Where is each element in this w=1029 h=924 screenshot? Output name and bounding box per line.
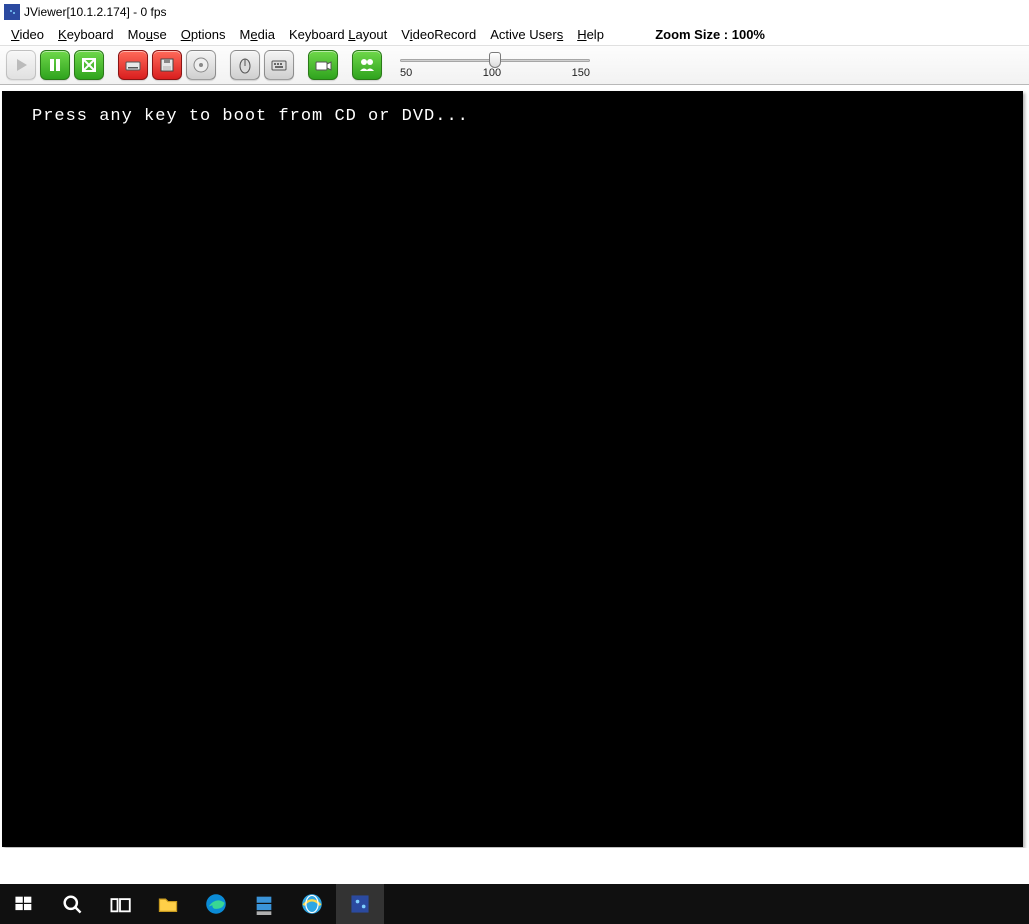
search-button[interactable]: [48, 884, 96, 924]
menu-keyboard[interactable]: Keyboard: [51, 25, 121, 44]
zoom-size-label: Zoom Size : 100%: [655, 27, 765, 42]
jviewer-app[interactable]: [336, 884, 384, 924]
toolbar-separator: [220, 52, 226, 78]
app-icon: [4, 4, 20, 20]
console-text: Press any key to boot from CD or DVD...: [32, 107, 469, 126]
pause-icon: [46, 56, 64, 74]
titlebar: JViewer[10.1.2.174] - 0 fps: [0, 0, 1029, 23]
slider-tick-max: 150: [572, 67, 590, 79]
menu-help[interactable]: Help: [570, 25, 611, 44]
taskbar: [0, 884, 1029, 924]
mouse-button[interactable]: [230, 50, 260, 80]
toolbar-separator: [342, 52, 348, 78]
menu-media[interactable]: Media: [233, 25, 282, 44]
window-title: JViewer[10.1.2.174] - 0 fps: [24, 5, 167, 19]
play-button: [6, 50, 36, 80]
windows-icon: [13, 893, 35, 915]
floppy-icon: [158, 56, 176, 74]
users-button[interactable]: [352, 50, 382, 80]
start-button[interactable]: [0, 884, 48, 924]
play-icon: [12, 56, 30, 74]
taskview-icon: [109, 893, 131, 915]
disc-button[interactable]: [186, 50, 216, 80]
menu-options[interactable]: Options: [174, 25, 233, 44]
menu-active-users[interactable]: Active Users: [483, 25, 570, 44]
fullscreen-button[interactable]: [74, 50, 104, 80]
record-button[interactable]: [308, 50, 338, 80]
toolbar-separator: [108, 52, 114, 78]
edge-icon: [205, 893, 227, 915]
menu-mouse[interactable]: Mouse: [121, 25, 174, 44]
task-view-button[interactable]: [96, 884, 144, 924]
menu-keyboard-layout[interactable]: Keyboard Layout: [282, 25, 394, 44]
cdrom-button[interactable]: [118, 50, 148, 80]
server-manager-app[interactable]: [240, 884, 288, 924]
zoom-slider[interactable]: [400, 55, 590, 65]
slider-tick-min: 50: [400, 67, 412, 79]
search-icon: [61, 893, 83, 915]
ie-app[interactable]: [288, 884, 336, 924]
disc-icon: [192, 56, 210, 74]
toolbar-separator: [298, 52, 304, 78]
zoom-slider-thumb[interactable]: [489, 52, 501, 68]
mouse-icon: [236, 56, 254, 74]
remote-console[interactable]: Press any key to boot from CD or DVD...: [2, 91, 1023, 847]
edge-app[interactable]: [192, 884, 240, 924]
folder-icon: [157, 893, 179, 915]
zoom-slider-zone: 50 100 150: [400, 51, 590, 79]
toolbar: 50 100 150: [0, 45, 1029, 85]
pause-button[interactable]: [40, 50, 70, 80]
users-icon: [358, 56, 376, 74]
server-icon: [253, 893, 275, 915]
drive-icon: [124, 56, 142, 74]
file-explorer-app[interactable]: [144, 884, 192, 924]
slider-tick-mid: 100: [483, 67, 501, 79]
fullscreen-icon: [80, 56, 98, 74]
ie-icon: [301, 893, 323, 915]
floppy-button[interactable]: [152, 50, 182, 80]
zoom-slider-ticks: 50 100 150: [400, 67, 590, 79]
menu-video[interactable]: Video: [4, 25, 51, 44]
window-gap: [0, 848, 1029, 884]
menubar: VideoKeyboardMouseOptionsMediaKeyboard L…: [0, 23, 1029, 45]
keyboard-button[interactable]: [264, 50, 294, 80]
keyboard-icon: [270, 56, 288, 74]
menu-videorecord[interactable]: VideoRecord: [394, 25, 483, 44]
jviewer-icon: [349, 893, 371, 915]
camera-icon: [314, 56, 332, 74]
